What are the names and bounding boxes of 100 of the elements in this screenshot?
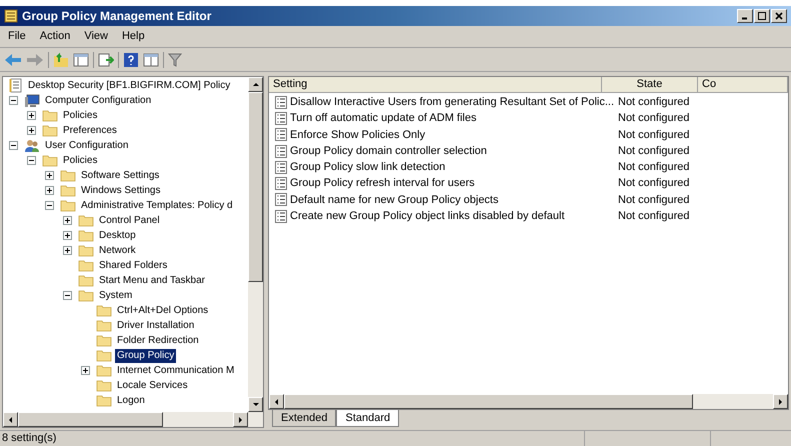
view-tab[interactable]: Standard xyxy=(336,410,400,427)
properties-view-icon[interactable] xyxy=(143,52,159,68)
scrollbar-thumb[interactable] xyxy=(248,92,263,282)
setting-state: Not configured xyxy=(617,144,690,159)
menu-item[interactable]: File xyxy=(2,28,32,45)
scroll-left-button[interactable] xyxy=(3,412,18,427)
column-header[interactable]: Co xyxy=(698,77,788,93)
setting-state: Not configured xyxy=(617,176,690,192)
scrollbar-thumb[interactable] xyxy=(284,394,693,409)
setting-icon xyxy=(275,177,287,190)
folder-icon xyxy=(78,274,94,287)
folder-icon xyxy=(78,214,94,227)
menu-item[interactable]: Help xyxy=(116,28,151,45)
app-icon xyxy=(4,9,18,23)
setting-state: Not configured xyxy=(617,192,690,208)
folder-icon xyxy=(60,169,76,182)
tree-item[interactable]: Windows Settings xyxy=(79,184,162,198)
tree-item[interactable]: System xyxy=(97,288,134,302)
setting-name[interactable]: Group Policy domain controller selection xyxy=(290,142,487,160)
tree-item[interactable]: Ctrl+Alt+Del Options xyxy=(115,304,210,318)
setting-icon xyxy=(275,144,287,158)
folder-icon xyxy=(60,199,76,212)
folder-icon xyxy=(42,109,58,122)
filter-icon[interactable] xyxy=(168,52,182,68)
menu-item[interactable]: Action xyxy=(34,28,76,45)
menu-item[interactable]: View xyxy=(78,28,114,45)
scroll-right-button[interactable] xyxy=(233,412,248,427)
setting-name[interactable]: Turn off automatic update of ADM files xyxy=(290,110,476,127)
folder-icon xyxy=(78,289,94,302)
expand-icon[interactable] xyxy=(27,126,36,135)
scroll-down-button[interactable] xyxy=(248,397,263,412)
status-text: 8 setting(s) xyxy=(0,431,585,446)
users-icon xyxy=(24,138,40,152)
console-tree-icon[interactable] xyxy=(73,52,89,68)
maximize-button[interactable] xyxy=(754,9,770,23)
right-arrow-icon xyxy=(236,415,245,424)
folder-icon xyxy=(96,349,112,362)
tree-item[interactable]: Shared Folders xyxy=(97,258,170,272)
tree-item[interactable]: Computer Configuration xyxy=(43,94,154,108)
folder-icon xyxy=(78,259,94,272)
tree-item[interactable]: Policies xyxy=(61,154,100,168)
collapse-icon[interactable] xyxy=(63,291,72,300)
setting-state: Not configured xyxy=(617,160,690,176)
tree-item[interactable]: Logon xyxy=(115,394,147,408)
scrollbar-thumb[interactable] xyxy=(18,412,163,427)
tree-item[interactable]: Preferences xyxy=(61,124,119,138)
column-header[interactable]: Setting xyxy=(269,77,602,93)
setting-state: Not configured xyxy=(617,111,690,126)
setting-icon xyxy=(275,210,287,223)
close-button[interactable] xyxy=(771,9,787,23)
help-icon[interactable] xyxy=(123,52,139,68)
expand-icon[interactable] xyxy=(45,186,54,195)
tree-item[interactable]: Desktop xyxy=(97,228,138,242)
expand-icon[interactable] xyxy=(81,366,90,375)
scroll-left-button[interactable] xyxy=(269,394,284,409)
scroll-right-button[interactable] xyxy=(773,394,788,409)
collapse-icon[interactable] xyxy=(45,201,54,210)
setting-state: Not configured xyxy=(617,208,690,224)
expand-icon[interactable] xyxy=(27,111,36,120)
horizontal-scrollbar[interactable] xyxy=(269,394,788,409)
collapse-icon[interactable] xyxy=(27,156,36,165)
minimize-button[interactable] xyxy=(737,9,753,23)
tree-item[interactable]: User Configuration xyxy=(43,138,130,152)
tree-item[interactable]: Folder Redirection xyxy=(115,334,201,348)
tree-item[interactable]: Locale Services xyxy=(115,378,190,392)
expand-icon[interactable] xyxy=(63,246,72,255)
tree-item[interactable]: Desktop Security [BF1.BIGFIRM.COM] Policy xyxy=(26,78,232,92)
setting-name[interactable]: Create new Group Policy object links disabled by default xyxy=(290,208,565,224)
tree-item[interactable]: Network xyxy=(97,244,138,258)
setting-name[interactable]: Enforce Show Policies Only xyxy=(290,126,426,143)
expand-icon[interactable] xyxy=(63,231,72,240)
column-header[interactable]: State xyxy=(602,77,698,93)
folder-icon xyxy=(96,394,112,407)
maximize-icon xyxy=(758,12,766,20)
view-tab[interactable]: Extended xyxy=(272,410,336,427)
down-arrow-icon xyxy=(251,400,260,409)
setting-name[interactable]: Disallow Interactive Users from generating Resultant Set of Polic... xyxy=(290,94,614,110)
tree-item[interactable]: Administrative Templates: Policy d xyxy=(79,198,235,212)
setting-name[interactable]: Default name for new Group Policy objects xyxy=(290,192,498,208)
tree-item[interactable]: Start Menu and Taskbar xyxy=(97,274,207,288)
vertical-scrollbar[interactable] xyxy=(248,77,263,412)
setting-name[interactable]: Group Policy slow link detection xyxy=(290,159,446,176)
tree-item[interactable]: Internet Communication M xyxy=(115,364,236,378)
tree-item[interactable]: Control Panel xyxy=(97,214,162,228)
setting-icon xyxy=(275,112,287,125)
tree-item[interactable]: Policies xyxy=(61,108,100,122)
tree-item[interactable]: Software Settings xyxy=(79,168,162,182)
collapse-icon[interactable] xyxy=(9,96,18,105)
horizontal-scrollbar[interactable] xyxy=(3,412,263,427)
setting-name[interactable]: Group Policy refresh interval for users xyxy=(290,175,475,192)
collapse-icon[interactable] xyxy=(9,141,18,150)
folder-icon xyxy=(96,334,112,347)
export-list-icon[interactable] xyxy=(98,52,114,68)
folder-icon xyxy=(60,184,76,197)
tree-item[interactable]: Driver Installation xyxy=(115,318,196,332)
tree-item[interactable]: Group Policy xyxy=(115,348,176,362)
folder-icon xyxy=(42,154,58,167)
expand-icon[interactable] xyxy=(63,216,72,225)
expand-icon[interactable] xyxy=(45,171,54,180)
scroll-up-button[interactable] xyxy=(248,77,263,92)
